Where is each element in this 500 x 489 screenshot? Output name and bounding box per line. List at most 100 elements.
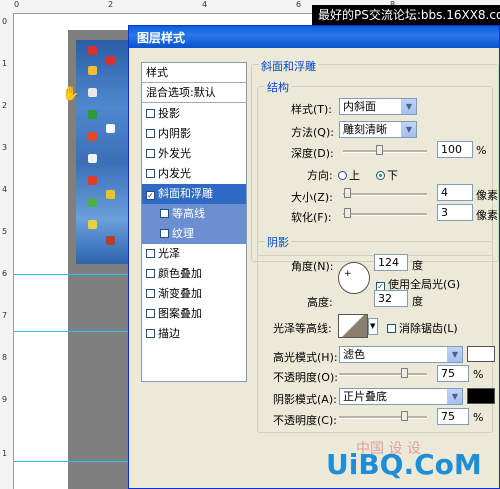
effect-label: 等高线 <box>172 207 205 220</box>
checkbox-icon[interactable] <box>146 249 155 258</box>
depth-slider[interactable] <box>343 150 427 153</box>
desktop-icon <box>88 220 97 229</box>
shadow-opacity-slider[interactable] <box>339 416 427 419</box>
highlight-mode-value: 滤色 <box>343 348 365 361</box>
depth-unit: % <box>476 144 487 157</box>
desktop-icon <box>88 176 97 185</box>
ruler-number: 2 <box>108 0 114 9</box>
gloss-contour-preview[interactable] <box>338 314 368 338</box>
checkbox-icon[interactable] <box>146 109 155 118</box>
ruler-number: 4 <box>2 185 8 194</box>
size-label: 大小(Z): <box>291 191 333 204</box>
desktop-icon <box>88 46 97 55</box>
shadow-opacity-slider-thumb[interactable] <box>401 411 408 421</box>
effect-item-stroke[interactable]: 描边 <box>142 324 246 344</box>
chevron-down-icon: ▼ <box>401 99 416 114</box>
technique-value: 雕刻清晰 <box>343 123 387 136</box>
effect-item-gradient-overlay[interactable]: 渐变叠加 <box>142 284 246 304</box>
highlight-opacity-slider-thumb[interactable] <box>401 368 408 378</box>
radio-selected-icon[interactable] <box>376 171 385 180</box>
effect-item-texture[interactable]: 纹理 <box>142 224 246 244</box>
technique-select[interactable]: 雕刻清晰 ▼ <box>339 121 417 138</box>
ruler-number: 1 <box>2 59 8 68</box>
blend-options-item[interactable]: 混合选项:默认 <box>142 83 246 103</box>
direction-up-label: 上 <box>349 169 360 182</box>
effect-item-outer-glow[interactable]: 外发光 <box>142 144 246 164</box>
size-slider-thumb[interactable] <box>344 188 351 198</box>
size-slider[interactable] <box>343 193 427 196</box>
soften-slider-thumb[interactable] <box>344 208 351 218</box>
size-unit: 像素 <box>476 189 498 202</box>
angle-input[interactable]: 124 <box>374 254 408 271</box>
shadow-opacity-label: 不透明度(C): <box>273 414 337 427</box>
direction-down-option[interactable]: 下 <box>376 167 398 183</box>
highlight-opacity-label: 不透明度(O): <box>273 371 338 384</box>
ruler-number: 8 <box>2 353 8 362</box>
shadow-mode-select[interactable]: 正片叠底 ▼ <box>339 388 463 405</box>
angle-dial[interactable]: + <box>338 262 370 294</box>
checkbox-icon[interactable] <box>160 229 169 238</box>
effect-item-drop-shadow[interactable]: 投影 <box>142 104 246 124</box>
shadow-color-swatch[interactable] <box>467 388 495 404</box>
checkbox-icon[interactable] <box>146 269 155 278</box>
size-input[interactable]: 4 <box>437 184 473 201</box>
effect-label: 图案叠加 <box>158 307 202 320</box>
dialog-title: 图层样式 <box>137 31 186 45</box>
soften-input[interactable]: 3 <box>437 204 473 221</box>
desktop-icon <box>88 110 97 119</box>
angle-label: 角度(N): <box>291 260 334 273</box>
styles-header[interactable]: 样式 <box>142 63 246 83</box>
effect-item-inner-glow[interactable]: 内发光 <box>142 164 246 184</box>
chevron-down-icon: ▼ <box>447 347 462 362</box>
effect-label: 内阴影 <box>158 127 191 140</box>
shading-title: 阴影 <box>265 234 291 250</box>
style-select[interactable]: 内斜面 ▼ <box>339 98 417 115</box>
altitude-input[interactable]: 32 <box>374 290 408 307</box>
desktop-icon <box>106 56 115 65</box>
soften-slider[interactable] <box>343 213 427 216</box>
shadow-mode-label: 阴影模式(A): <box>273 393 337 406</box>
highlight-opacity-input[interactable]: 75 <box>437 365 469 382</box>
desktop-icon <box>88 154 97 163</box>
highlight-opacity-slider[interactable] <box>339 373 427 376</box>
depth-input[interactable]: 100 <box>437 141 473 158</box>
checkbox-icon[interactable] <box>146 309 155 318</box>
effect-item-satin[interactable]: 光泽 <box>142 244 246 264</box>
effect-item-inner-shadow[interactable]: 内阴影 <box>142 124 246 144</box>
shadow-opacity-input[interactable]: 75 <box>437 408 469 425</box>
checkbox-icon[interactable] <box>146 149 155 158</box>
checkbox-icon[interactable] <box>387 324 396 333</box>
direction-down-label: 下 <box>387 169 398 182</box>
anti-alias-option[interactable]: 消除锯齿(L) <box>387 320 458 336</box>
structure-title: 结构 <box>265 79 291 95</box>
checkbox-icon[interactable] <box>146 169 155 178</box>
angle-unit: 度 <box>412 259 423 272</box>
direction-up-option[interactable]: 上 <box>338 167 360 183</box>
effect-item-color-overlay[interactable]: 颜色叠加 <box>142 264 246 284</box>
dialog-titlebar[interactable]: 图层样式 <box>129 26 499 48</box>
checkbox-icon[interactable] <box>146 329 155 338</box>
ruler-number: 0 <box>14 0 20 9</box>
gloss-contour-dropdown[interactable]: ▼ <box>368 318 378 335</box>
desktop-icon <box>106 190 115 199</box>
checkbox-checked-icon[interactable]: ✓ <box>146 191 155 200</box>
highlight-color-swatch[interactable] <box>467 346 495 362</box>
highlight-mode-label: 高光模式(H): <box>273 351 338 364</box>
radio-icon[interactable] <box>338 171 347 180</box>
checkbox-icon[interactable] <box>146 129 155 138</box>
effect-label: 纹理 <box>172 227 194 240</box>
highlight-mode-select[interactable]: 滤色 ▼ <box>339 346 463 363</box>
desktop-icon <box>88 88 97 97</box>
ruler-number: 1 <box>2 449 8 458</box>
effect-item-contour[interactable]: 等高线 <box>142 204 246 224</box>
depth-slider-thumb[interactable] <box>376 145 383 155</box>
style-label: 样式(T): <box>291 103 333 116</box>
ruler-number: 6 <box>2 269 8 278</box>
style-value: 内斜面 <box>343 100 376 113</box>
depth-label: 深度(D): <box>291 147 334 160</box>
effect-item-pattern-overlay[interactable]: 图案叠加 <box>142 304 246 324</box>
effect-item-bevel-emboss[interactable]: ✓ 斜面和浮雕 <box>142 184 246 204</box>
ruler-number: 0 <box>2 17 8 26</box>
checkbox-icon[interactable] <box>146 289 155 298</box>
checkbox-icon[interactable] <box>160 209 169 218</box>
